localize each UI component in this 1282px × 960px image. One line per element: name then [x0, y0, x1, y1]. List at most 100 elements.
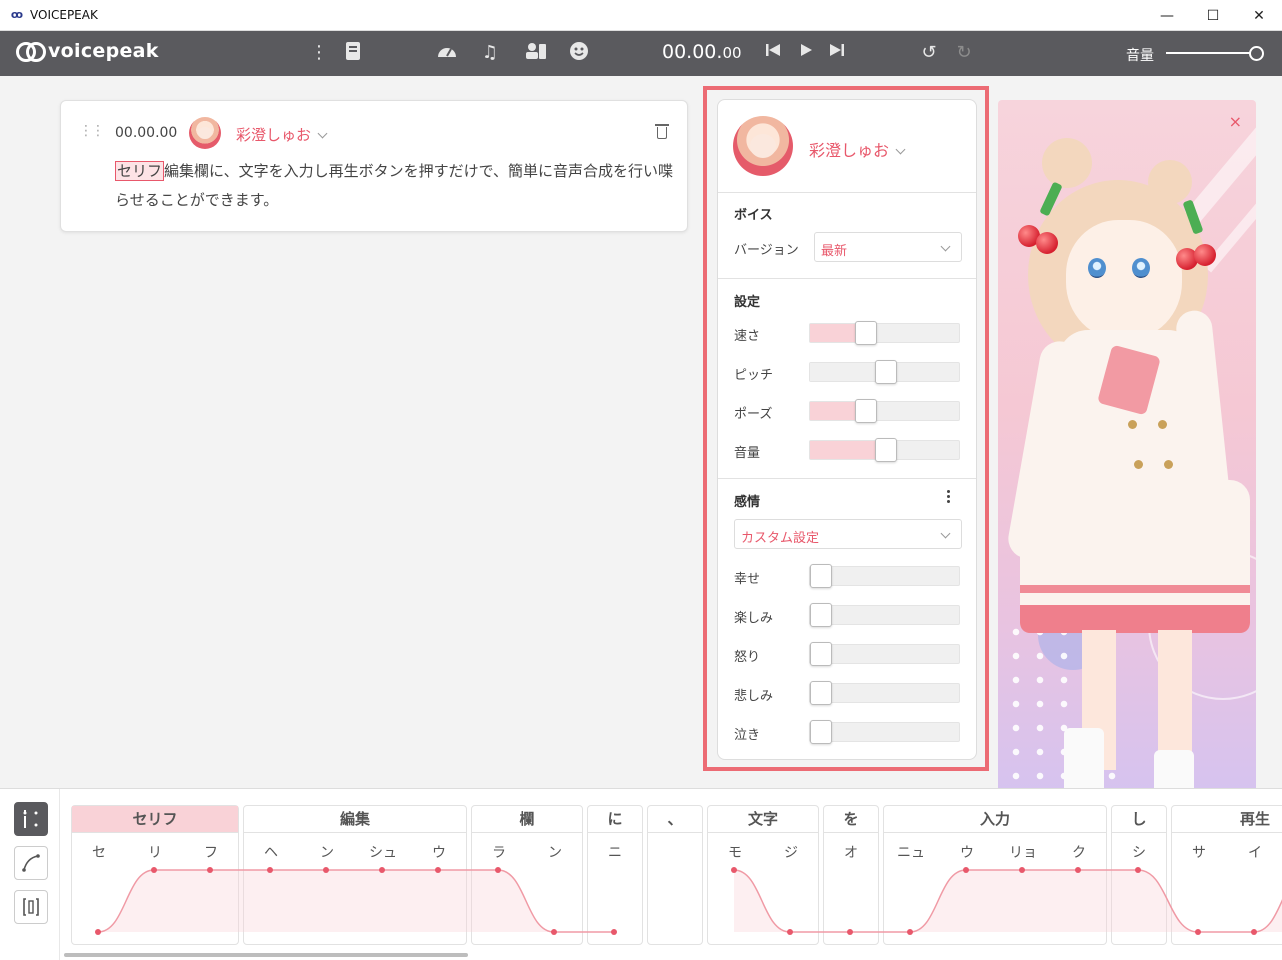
- window-title: VOICEPEAK: [30, 8, 98, 22]
- speed-gauge-icon[interactable]: [435, 41, 459, 65]
- script-text-editor[interactable]: セリフ 編集欄に、文字を入力し再生ボタンを押すだけで、簡単に音声合成を行い喋らせる…: [115, 157, 680, 215]
- script-text: 編集欄に、文字を入力し再生ボタンを押すだけで、簡単に音声合成を行い喋らせることが…: [115, 162, 673, 209]
- accent-tool-icon[interactable]: [14, 802, 48, 836]
- undo-icon[interactable]: ↺: [917, 41, 941, 65]
- volume-label: 音量: [1126, 48, 1154, 64]
- accent-point[interactable]: [1251, 929, 1257, 935]
- setting-slider[interactable]: [809, 399, 960, 423]
- character-art: ×: [998, 100, 1256, 790]
- chevron-down-icon: [940, 528, 951, 539]
- emotion-slider[interactable]: [809, 681, 960, 705]
- settings-section-title: 設定: [734, 295, 761, 310]
- timeline: セリフセリフ編集ヘンシュウ欄ランにニ、文字モジをオ入力ニュウリョクしシ再生サイセ: [0, 788, 1282, 960]
- setting-slider-knob[interactable]: [875, 438, 897, 462]
- horizontal-scrollbar[interactable]: [64, 953, 468, 957]
- play-icon[interactable]: [794, 41, 818, 65]
- emotion-slider-knob[interactable]: [810, 720, 832, 744]
- character-selector[interactable]: 彩澄しゅお: [236, 124, 328, 145]
- setting-slider[interactable]: [809, 321, 960, 345]
- trash-icon[interactable]: [655, 123, 669, 140]
- emotion-menu-icon[interactable]: [947, 490, 951, 506]
- accent-point[interactable]: [495, 867, 501, 873]
- divider: [718, 478, 976, 479]
- emotion-label: 泣き: [734, 728, 761, 743]
- dictionary-icon[interactable]: [341, 41, 365, 65]
- accent-point[interactable]: [1135, 867, 1141, 873]
- minimize-button[interactable]: —: [1144, 0, 1190, 31]
- setting-label: 音量: [734, 446, 761, 461]
- accent-point[interactable]: [551, 929, 557, 935]
- setting-label: 速さ: [734, 329, 761, 344]
- setting-slider[interactable]: [809, 360, 960, 384]
- accent-point[interactable]: [787, 929, 793, 935]
- accent-point[interactable]: [95, 929, 101, 935]
- setting-label: ポーズ: [734, 407, 773, 422]
- emotion-slider[interactable]: [809, 642, 960, 666]
- maximize-button[interactable]: ☐: [1190, 0, 1236, 31]
- drag-handle-icon[interactable]: ⋮⋮: [79, 123, 105, 139]
- script-card[interactable]: ⋮⋮ 00.00.00 彩澄しゅお セリフ 編集欄に、文字を入力し再生ボタンを押す…: [60, 100, 688, 232]
- setting-slider[interactable]: [809, 438, 960, 462]
- accent-point[interactable]: [963, 867, 969, 873]
- accent-point[interactable]: [323, 867, 329, 873]
- chevron-down-icon: [895, 144, 906, 155]
- emotion-slider[interactable]: [809, 564, 960, 588]
- emotion-label: 悲しみ: [734, 689, 774, 704]
- timeline-tools: [0, 789, 60, 960]
- length-tool-icon[interactable]: [14, 890, 48, 924]
- emotion-label: 怒り: [734, 650, 761, 665]
- setting-slider-knob[interactable]: [855, 399, 877, 423]
- emotion-face-icon[interactable]: [567, 41, 591, 65]
- block-time: 00.00.00: [115, 125, 178, 141]
- panel-character-selector[interactable]: 彩澄しゅお: [809, 137, 906, 161]
- accent-point[interactable]: [731, 867, 737, 873]
- emotion-slider-knob[interactable]: [810, 642, 832, 666]
- accent-curve[interactable]: [60, 789, 1282, 960]
- emotion-slider-knob[interactable]: [810, 564, 832, 588]
- redo-icon[interactable]: ↻: [952, 41, 976, 65]
- title-bar: ꝏ VOICEPEAK — ☐ ✕: [0, 0, 1282, 31]
- emotion-preset-select[interactable]: カスタム設定: [734, 519, 962, 549]
- character-avatar-large: [733, 116, 793, 176]
- character-avatar: [189, 117, 221, 149]
- emotion-slider[interactable]: [809, 603, 960, 627]
- chevron-down-icon: [940, 241, 951, 252]
- accent-point[interactable]: [267, 867, 273, 873]
- volume-knob[interactable]: [1249, 46, 1264, 61]
- music-note-icon[interactable]: ♫: [478, 41, 502, 65]
- highlighted-word: セリフ: [115, 161, 165, 181]
- kebab-menu-icon[interactable]: ⋮: [307, 41, 331, 65]
- app-icon: ꝏ: [10, 8, 24, 21]
- accent-point[interactable]: [611, 929, 617, 935]
- divider: [718, 278, 976, 279]
- timeline-area[interactable]: セリフセリフ編集ヘンシュウ欄ランにニ、文字モジをオ入力ニュウリョクしシ再生サイセ: [60, 789, 1282, 960]
- logo-icon: [16, 40, 46, 62]
- accent-point[interactable]: [907, 929, 913, 935]
- accent-point[interactable]: [207, 867, 213, 873]
- version-select[interactable]: 最新: [814, 232, 962, 262]
- volume-slider[interactable]: [1166, 52, 1258, 54]
- emotion-slider-knob[interactable]: [810, 603, 832, 627]
- toolbar: voicepeak ⋮ ♫ 00.00.00 ↺ ↻ 音量: [0, 31, 1282, 76]
- accent-point[interactable]: [435, 867, 441, 873]
- close-art-icon[interactable]: ×: [1229, 112, 1242, 131]
- pitch-curve-tool-icon[interactable]: [14, 846, 48, 880]
- accent-point[interactable]: [1075, 867, 1081, 873]
- timecode: 00.00.00: [662, 41, 742, 63]
- accent-point[interactable]: [379, 867, 385, 873]
- accent-point[interactable]: [1195, 929, 1201, 935]
- emotion-slider-knob[interactable]: [810, 681, 832, 705]
- skip-back-icon[interactable]: [761, 41, 785, 65]
- accent-point[interactable]: [1019, 867, 1025, 873]
- voice-section-title: ボイス: [734, 208, 773, 223]
- close-button[interactable]: ✕: [1236, 0, 1282, 31]
- narrator-icon[interactable]: [524, 41, 548, 65]
- accent-point[interactable]: [847, 929, 853, 935]
- setting-slider-knob[interactable]: [855, 321, 877, 345]
- setting-slider-knob[interactable]: [875, 360, 897, 384]
- accent-point[interactable]: [151, 867, 157, 873]
- emotion-slider[interactable]: [809, 720, 960, 744]
- skip-forward-icon[interactable]: [825, 41, 849, 65]
- emotion-section-title: 感情: [734, 495, 761, 510]
- settings-panel: 彩澄しゅお ボイス バージョン 最新 設定 速さ ピッチ ポーズ 音量 感情 カスタム…: [717, 99, 977, 760]
